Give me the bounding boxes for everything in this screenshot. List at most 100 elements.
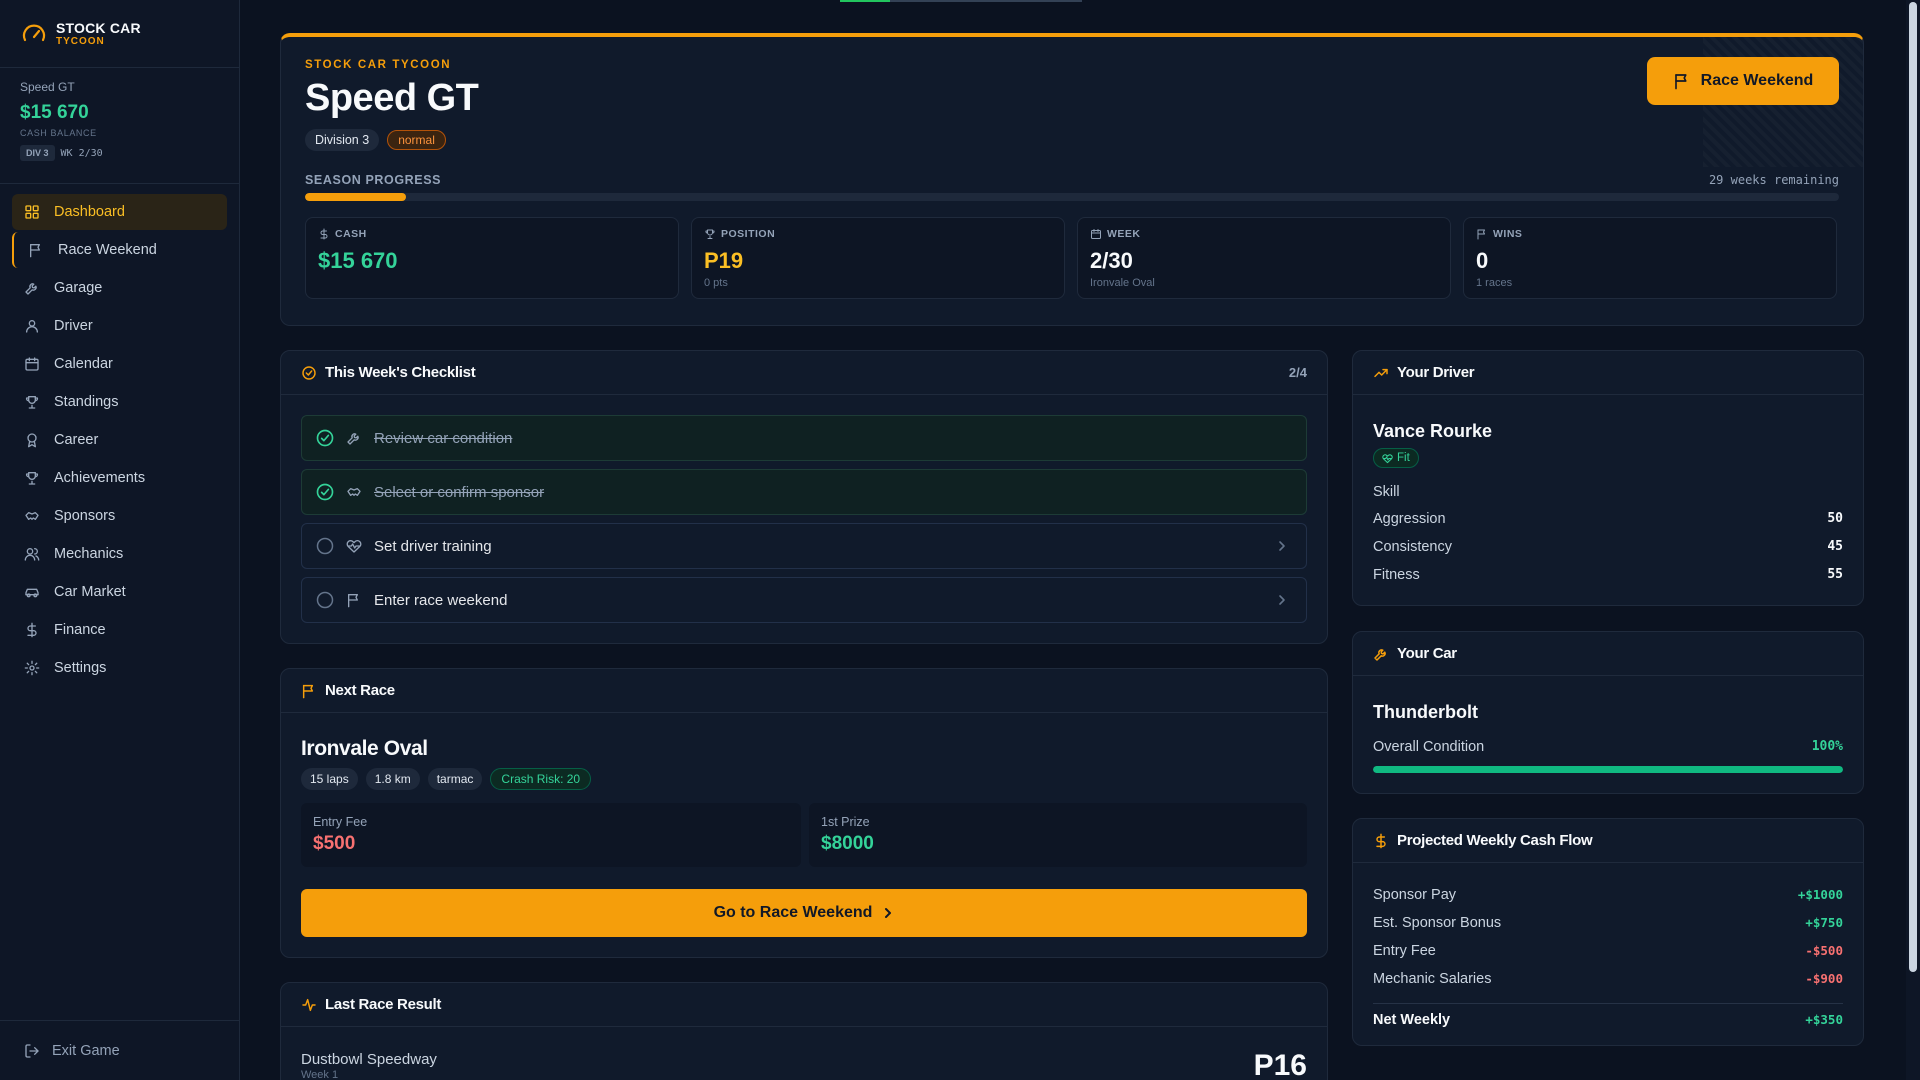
division-badge: Division 3 xyxy=(305,129,380,151)
race-info-chips: 15 laps 1.8 km tarmac Crash Risk: 20 xyxy=(301,768,592,790)
cash-flow-value: +$1000 xyxy=(1797,887,1843,902)
driver-card-title: Your Driver xyxy=(1397,364,1475,381)
flag-icon xyxy=(30,244,40,258)
checklist-title: This Week's Checklist xyxy=(325,364,476,381)
cash-flow-row-est-sponsor-bonus: Est. Sponsor Bonus +$750 xyxy=(1373,915,1843,943)
dollar-icon xyxy=(1376,833,1386,848)
season-progress-label: SEASON PROGRESS xyxy=(305,173,442,187)
cash-flow-title: Projected Weekly Cash Flow xyxy=(1397,832,1593,849)
sidebar-item-label: Mechanics xyxy=(54,546,124,562)
race-weekend-button[interactable]: Race Weekend xyxy=(1647,57,1839,105)
stat-label: CASH xyxy=(335,228,367,240)
net-weekly-value: +$350 xyxy=(1805,1012,1843,1027)
checklist-item-review-car-condition[interactable]: Review car condition xyxy=(301,415,1307,461)
sidebar-item-achievements[interactable]: Achievements xyxy=(12,460,227,496)
stat-value: P19 xyxy=(704,248,744,273)
sidebar-item-label: Dashboard xyxy=(54,204,125,220)
cash-flow-row-mechanic-salaries: Mechanic Salaries -$900 xyxy=(1373,971,1843,999)
brand-title: STOCK CAR xyxy=(56,19,141,36)
go-to-race-weekend-label: Go to Race Weekend xyxy=(713,904,873,921)
check-circle-icon xyxy=(302,365,316,380)
exit-game-button[interactable]: Exit Game xyxy=(0,1020,240,1080)
trophy-icon xyxy=(25,396,39,409)
race-info-chip: 1.8 km xyxy=(365,768,420,790)
sidebar: STOCK CAR TYCOON Speed GT $15 670 CASH B… xyxy=(0,0,240,1080)
cash-flow-label: Entry Fee xyxy=(1373,943,1436,959)
crash-risk-chip: Crash Risk: 20 xyxy=(490,768,592,790)
checklist-item-label: Enter race weekend xyxy=(374,591,508,609)
sidebar-item-calendar[interactable]: Calendar xyxy=(12,346,227,382)
stat-sub: 1 races xyxy=(1476,277,1513,289)
checklist-item-select-or-confirm-sponsor[interactable]: Select or confirm sponsor xyxy=(301,469,1307,515)
user-icon xyxy=(26,320,38,333)
sidebar-item-label: Driver xyxy=(54,318,93,334)
sidebar-item-car-market[interactable]: Car Market xyxy=(12,574,227,610)
driver-stat-label: Fitness xyxy=(1373,567,1420,583)
sidebar-item-label: Garage xyxy=(54,280,103,296)
car-card: Your Car Thunderbolt Overall Condition 1… xyxy=(1352,631,1864,794)
week-tag: WK 2/30 xyxy=(60,147,103,159)
driver-stat-value: 45 xyxy=(1827,539,1843,554)
skill-heading: Skill xyxy=(1373,484,1400,500)
stat-value: 0 xyxy=(1476,248,1489,273)
cash-flow-label: Mechanic Salaries xyxy=(1373,971,1492,987)
car-name: Thunderbolt xyxy=(1373,702,1478,722)
condition-label: Overall Condition xyxy=(1373,739,1485,755)
scrollbar[interactable] xyxy=(1906,0,1920,1080)
sidebar-item-settings[interactable]: Settings xyxy=(12,650,227,686)
check-circle-icon xyxy=(316,429,334,447)
logout-icon xyxy=(25,1043,39,1058)
wrench-icon xyxy=(25,283,37,295)
account-summary: Speed GT $15 670 CASH BALANCE DIV 3 WK 2… xyxy=(0,68,239,184)
checklist-items: Review car condition Select or confirm sp… xyxy=(281,395,1327,623)
cash-flow-card: Projected Weekly Cash Flow Sponsor Pay +$… xyxy=(1352,818,1864,1046)
sidebar-item-sponsors[interactable]: Sponsors xyxy=(12,498,227,534)
heart-pulse-icon xyxy=(1382,453,1393,463)
stat-label: POSITION xyxy=(721,228,776,240)
checklist-item-label: Set driver training xyxy=(374,537,492,555)
sidebar-item-mechanics[interactable]: Mechanics xyxy=(12,536,227,572)
race-info-chip: 15 laps xyxy=(301,768,358,790)
stat-label: WINS xyxy=(1493,228,1523,240)
driver-status-badge: Fit xyxy=(1373,448,1419,468)
checklist-item-set-driver-training[interactable]: Set driver training xyxy=(301,523,1307,569)
sidebar-item-label: Race Weekend xyxy=(58,242,157,258)
sidebar-item-garage[interactable]: Garage xyxy=(12,270,227,306)
sidebar-item-label: Sponsors xyxy=(54,508,116,524)
brand[interactable]: STOCK CAR TYCOON xyxy=(0,0,239,68)
go-to-race-weekend-button[interactable]: Go to Race Weekend xyxy=(301,889,1307,937)
calendar-icon xyxy=(25,357,39,371)
net-weekly-label: Net Weekly xyxy=(1373,1012,1451,1028)
speedometer-icon xyxy=(22,24,46,41)
sidebar-item-race-weekend[interactable]: Race Weekend xyxy=(12,232,227,268)
sidebar-item-career[interactable]: Career xyxy=(12,422,227,458)
entry-fee-value: $500 xyxy=(313,833,356,854)
stat-label: WEEK xyxy=(1107,228,1141,240)
sidebar-item-standings[interactable]: Standings xyxy=(12,384,227,420)
driver-stat-value: 55 xyxy=(1827,567,1843,582)
checklist-item-enter-race-weekend[interactable]: Enter race weekend xyxy=(301,577,1307,623)
sidebar-item-driver[interactable]: Driver xyxy=(12,308,227,344)
activity-icon xyxy=(302,998,316,1011)
sidebar-nav: Dashboard Race Weekend Garage Driver Calenda… xyxy=(0,184,239,698)
page-title: Speed GT xyxy=(305,77,479,119)
award-icon xyxy=(27,433,37,448)
stat-card-cash: CASH $15 670 xyxy=(305,217,679,299)
cash-flow-row-entry-fee: Entry Fee -$500 xyxy=(1373,943,1843,971)
wrench-icon xyxy=(1374,648,1386,661)
entry-fee-label: Entry Fee xyxy=(313,815,368,829)
cash-flow-rows: Sponsor Pay +$1000 Est. Sponsor Bonus +$750… xyxy=(1373,887,1843,1040)
sidebar-item-dashboard[interactable]: Dashboard xyxy=(12,194,227,230)
scrollbar-thumb[interactable] xyxy=(1909,2,1917,972)
driver-stat-value: 50 xyxy=(1827,511,1843,526)
season-progress-bar xyxy=(305,193,1839,201)
driver-stat-label: Consistency xyxy=(1373,539,1452,555)
sidebar-item-finance[interactable]: Finance xyxy=(12,612,227,648)
driver-stat-fitness: Fitness 55 xyxy=(1373,567,1843,595)
weekly-checklist-card: This Week's Checklist 2/4 Review car con… xyxy=(280,350,1328,644)
sidebar-item-label: Achievements xyxy=(54,470,146,486)
next-race-title: Next Race xyxy=(325,682,395,699)
net-weekly-row: Net Weekly +$350 xyxy=(1373,1012,1843,1040)
prize-value: $8000 xyxy=(821,833,874,854)
users-icon xyxy=(24,548,40,561)
